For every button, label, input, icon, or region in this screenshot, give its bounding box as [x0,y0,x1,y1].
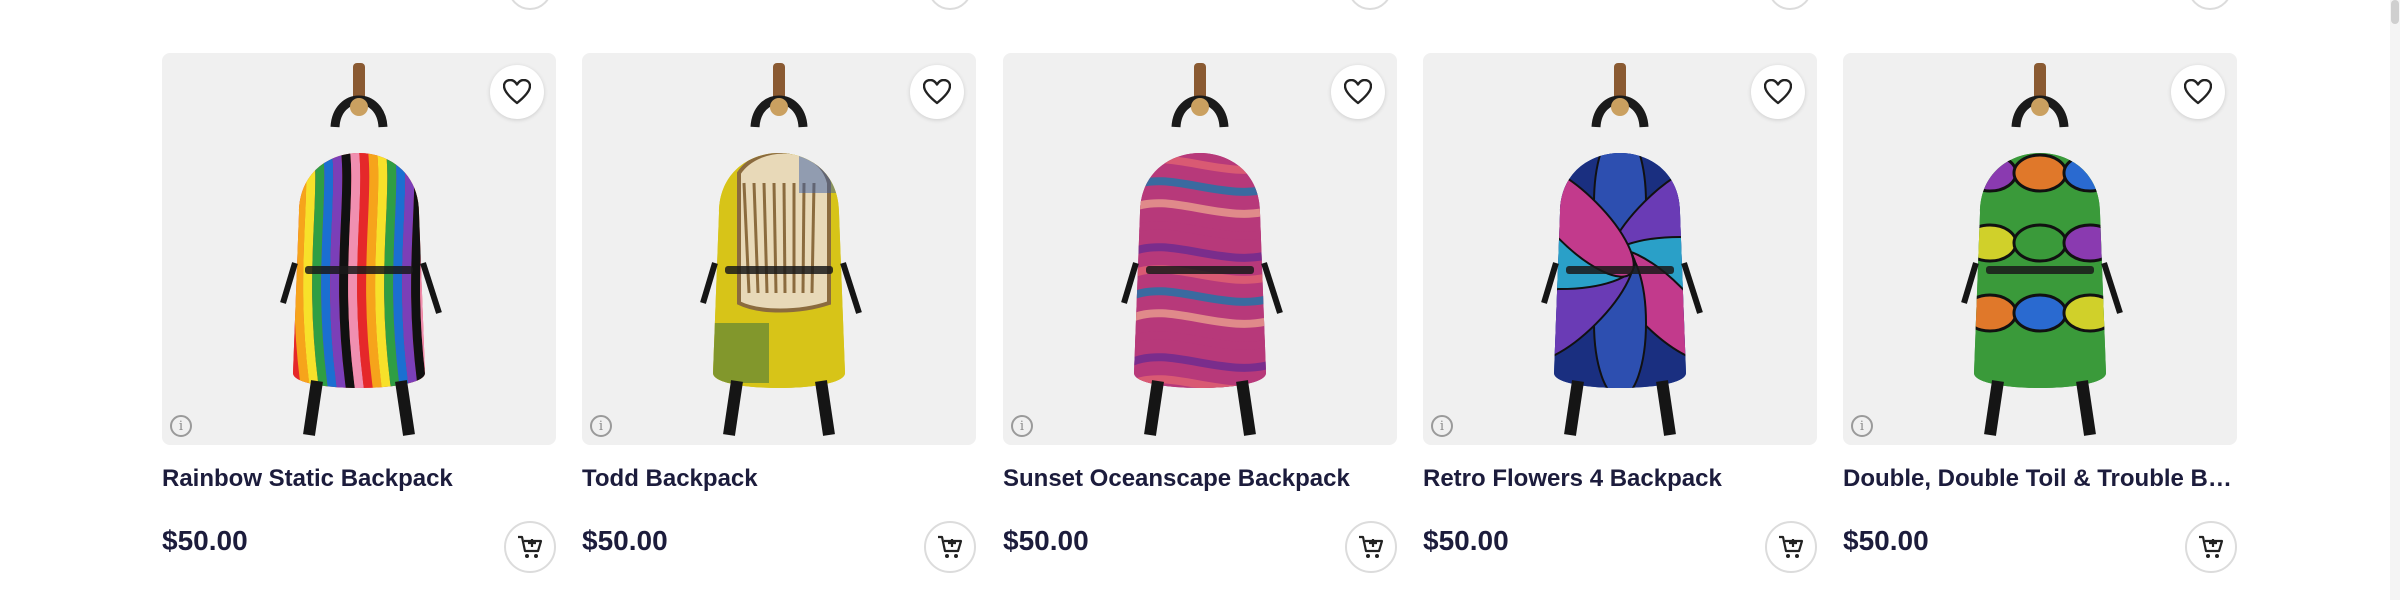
info-glyph: i [598,418,604,434]
heart-icon [2184,79,2212,105]
prev-row-button[interactable] [508,0,552,10]
product-price: $50.00 [582,525,668,556]
info-glyph: i [1439,418,1445,434]
product-price: $50.00 [162,525,248,556]
heart-icon [1344,79,1372,105]
product-image[interactable]: i [1843,53,2237,445]
info-icon[interactable]: i [1011,415,1033,437]
product-card[interactable]: i Sunset Oceanscape Backpack $50.00 [1003,53,1397,593]
info-glyph: i [178,418,184,434]
product-card[interactable]: i Todd Backpack $50.00 [582,53,976,593]
backpack-illustration [1541,63,1703,436]
backpack-illustration [280,63,442,436]
cart-plus-icon [518,535,543,558]
product-image[interactable]: i [162,53,556,445]
page-scrollbar[interactable] [2390,0,2400,600]
favorite-button[interactable] [490,65,544,119]
product-price: $50.00 [1003,525,1089,556]
product-title[interactable]: Todd Backpack [582,465,976,493]
backpack-illustration [700,63,862,436]
heart-icon [1764,79,1792,105]
backpack-illustration [1961,63,2123,436]
cart-plus-icon [938,535,963,558]
info-icon[interactable]: i [170,415,192,437]
product-image[interactable]: i [1423,53,1817,445]
info-icon[interactable]: i [1851,415,1873,437]
favorite-button[interactable] [1751,65,1805,119]
cart-plus-icon [1779,535,1804,558]
info-icon[interactable]: i [590,415,612,437]
favorite-button[interactable] [2171,65,2225,119]
favorite-button[interactable] [910,65,964,119]
info-glyph: i [1019,418,1025,434]
product-image[interactable]: i [582,53,976,445]
heart-icon [923,79,951,105]
prev-row-button[interactable] [2188,0,2232,10]
product-title[interactable]: Sunset Oceanscape Backpack [1003,465,1397,493]
product-price: $50.00 [1423,525,1509,556]
add-to-cart-button[interactable] [1765,521,1817,573]
product-title[interactable]: Double, Double Toil & Trouble Backpack [1843,465,2237,493]
add-to-cart-button[interactable] [2185,521,2237,573]
favorite-button[interactable] [1331,65,1385,119]
product-card[interactable]: i Retro Flowers 4 Backpack $50.00 [1423,53,1817,593]
cart-plus-icon [1359,535,1384,558]
product-image[interactable]: i [1003,53,1397,445]
info-glyph: i [1859,418,1865,434]
product-price: $50.00 [1843,525,1929,556]
info-icon[interactable]: i [1431,415,1453,437]
prev-row-button[interactable] [928,0,972,10]
product-card[interactable]: i Rainbow Static Backpack $50.00 [162,53,556,593]
add-to-cart-button[interactable] [924,521,976,573]
add-to-cart-button[interactable] [1345,521,1397,573]
product-title[interactable]: Rainbow Static Backpack [162,465,556,493]
cart-plus-icon [2199,535,2224,558]
prev-row-button[interactable] [1348,0,1392,10]
product-card[interactable]: i Double, Double Toil & Trouble Backpack… [1843,53,2237,593]
scrollbar-thumb[interactable] [2391,0,2399,24]
prev-row-button[interactable] [1768,0,1812,10]
product-title[interactable]: Retro Flowers 4 Backpack [1423,465,1817,493]
heart-icon [503,79,531,105]
backpack-illustration [1121,63,1283,436]
add-to-cart-button[interactable] [504,521,556,573]
